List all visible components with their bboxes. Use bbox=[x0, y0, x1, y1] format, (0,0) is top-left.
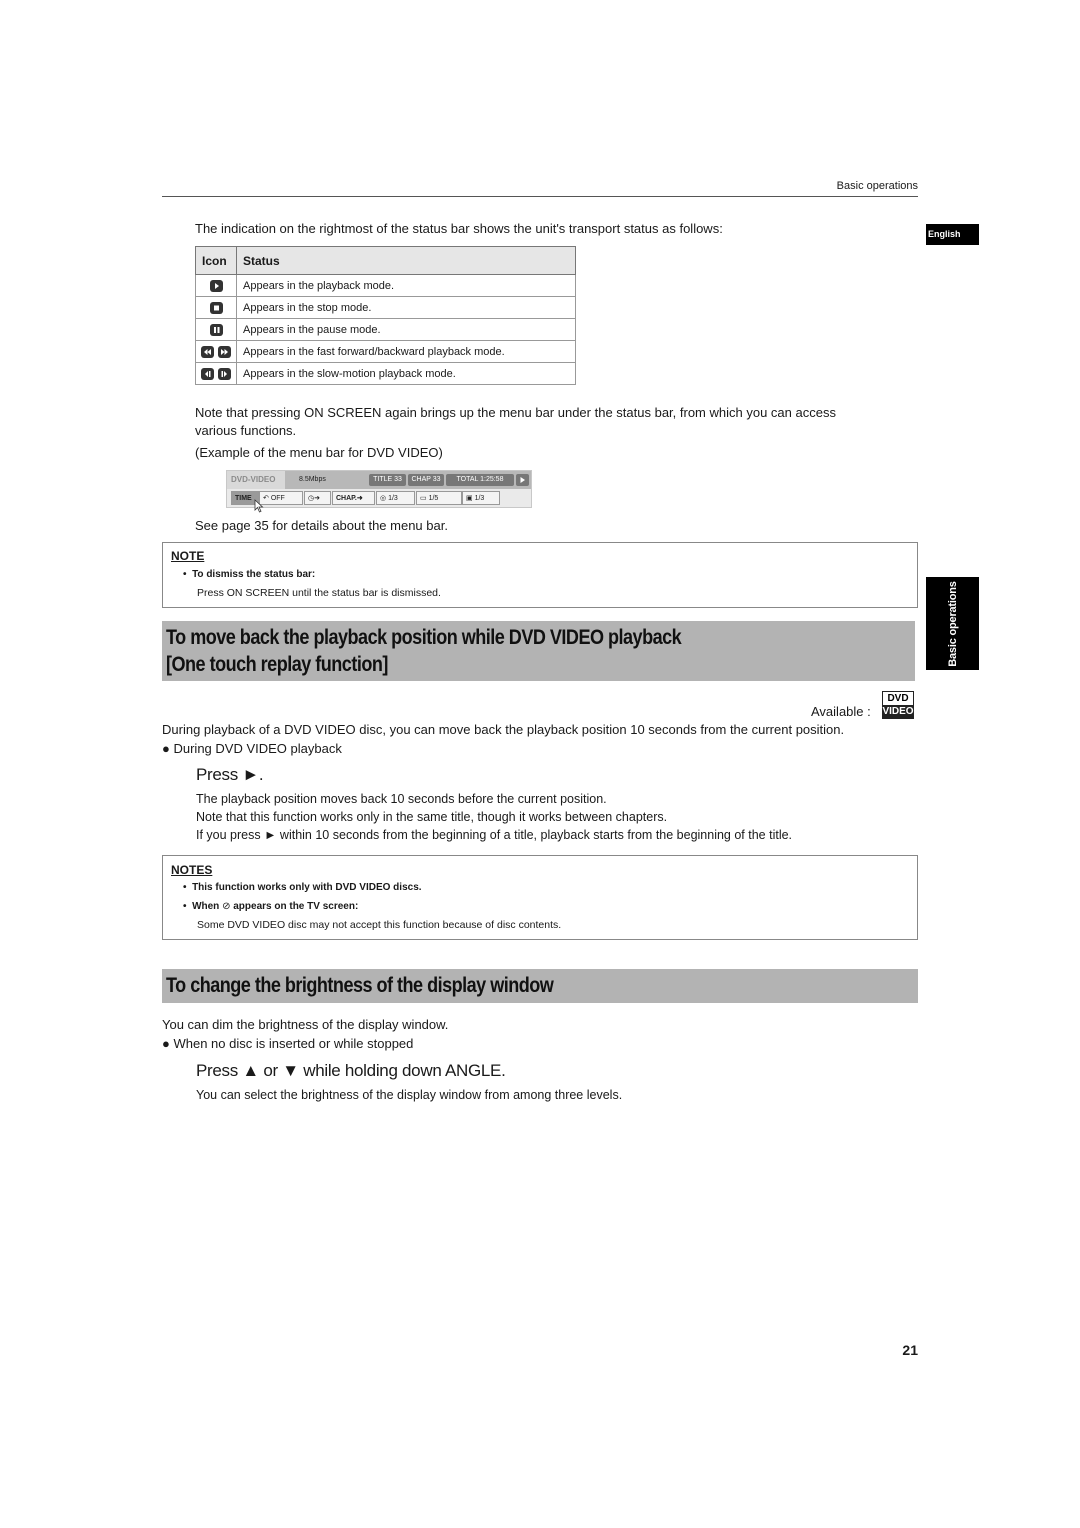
instruction-line: If you press ► within 10 seconds from th… bbox=[196, 828, 793, 842]
table-row: Appears in the stop mode. bbox=[195, 296, 576, 319]
status-cell: Appears in the playback mode. bbox=[236, 274, 576, 297]
status-cell: Appears in the pause mode. bbox=[236, 318, 576, 341]
menu-time-search-button[interactable]: ◷➜ bbox=[304, 491, 331, 505]
slow-backward-icon bbox=[201, 367, 214, 380]
status-bar: DVD-VIDEO 8.5Mbps TITLE 33 CHAP 33 TOTAL… bbox=[227, 471, 531, 489]
notes-bullet: • When ⊘ appears on the TV screen: bbox=[183, 901, 359, 912]
press-instruction: Press ►. bbox=[196, 765, 264, 784]
section-heading-one-touch-replay: To move back the playback position while… bbox=[162, 621, 915, 681]
camera-icon: ▣ bbox=[466, 495, 473, 502]
see-page-note: See page 35 for details about the menu b… bbox=[195, 518, 448, 533]
audio-icon: ◎ bbox=[380, 495, 387, 502]
instruction-line: You can select the brightness of the dis… bbox=[196, 1088, 623, 1102]
notes-bullet-text: This function works only with DVD VIDEO … bbox=[192, 882, 422, 893]
prohibited-icon: ⊘ bbox=[222, 901, 231, 912]
transport-play-icon bbox=[516, 474, 529, 486]
section-tab: Basic operations bbox=[926, 577, 979, 670]
section-tab-label: Basic operations bbox=[946, 580, 959, 667]
dvd-logo-top: DVD bbox=[883, 692, 913, 705]
notes-bullet-text: appears on the TV screen: bbox=[233, 901, 359, 912]
chapter-label: CHAP. bbox=[336, 495, 357, 502]
header-rule bbox=[162, 196, 918, 197]
table-row: Appears in the fast forward/backward pla… bbox=[195, 340, 576, 363]
note-title: NOTE bbox=[171, 549, 205, 563]
column-header-icon: Icon bbox=[195, 246, 237, 275]
bullet-icon: ● bbox=[162, 1036, 170, 1051]
condition-text: During DVD VIDEO playback bbox=[173, 741, 342, 756]
menu-chapter-search-button[interactable]: CHAP.➜ bbox=[332, 491, 375, 505]
notes-bullet: • This function works only with DVD VIDE… bbox=[183, 882, 422, 893]
subtitle-value: 1/5 bbox=[428, 495, 439, 502]
section2-body: You can dim the brightness of the displa… bbox=[162, 1017, 449, 1032]
menu-subtitle-button[interactable]: ▭ 1/5 bbox=[416, 491, 462, 505]
bullet-icon: ● bbox=[162, 741, 170, 756]
table-row: Appears in the playback mode. bbox=[195, 274, 576, 297]
chapter-indicator: CHAP 33 bbox=[408, 474, 444, 486]
menu-repeat-button[interactable]: ↶ OFF bbox=[259, 491, 303, 505]
total-time-indicator: TOTAL 1:25:58 bbox=[446, 474, 514, 486]
running-head: Basic operations bbox=[836, 180, 918, 192]
section-heading-line2: [One touch replay function] bbox=[166, 653, 388, 676]
column-header-status: Status bbox=[236, 246, 576, 275]
page-number: 21 bbox=[902, 1342, 918, 1358]
menu-bar-illustration: DVD-VIDEO 8.5Mbps TITLE 33 CHAP 33 TOTAL… bbox=[226, 470, 532, 513]
stop-icon bbox=[209, 301, 223, 314]
intro-text: The indication on the rightmost of the s… bbox=[195, 221, 723, 236]
section-heading-brightness: To change the brightness of the display … bbox=[162, 969, 918, 1003]
section-heading-line1: To move back the playback position while… bbox=[166, 626, 682, 649]
cursor-icon bbox=[254, 499, 264, 513]
table-row: Appears in the pause mode. bbox=[195, 318, 576, 341]
bitrate-label: 8.5Mbps bbox=[299, 476, 326, 483]
section2-condition: ● When no disc is inserted or while stop… bbox=[162, 1035, 413, 1053]
dvd-logo-bottom: VIDEO bbox=[882, 706, 914, 717]
notes-bullet-text: When bbox=[192, 901, 220, 912]
slow-forward-icon bbox=[218, 367, 231, 380]
status-cell: Appears in the fast forward/backward pla… bbox=[236, 340, 576, 363]
title-indicator: TITLE 33 bbox=[369, 474, 406, 486]
menu-angle-button[interactable]: ▣ 1/3 bbox=[462, 491, 500, 505]
status-table: Icon Status Appears in the playback mode… bbox=[195, 246, 576, 385]
note-bullet: • To dismiss the status bar: bbox=[183, 569, 316, 580]
disc-type-label: DVD-VIDEO bbox=[227, 471, 285, 489]
note-bullet-text: To dismiss the status bar: bbox=[192, 569, 316, 580]
note-box: NOTE • To dismiss the status bar: Press … bbox=[162, 542, 918, 608]
note-text: Press ON SCREEN until the status bar is … bbox=[197, 587, 441, 599]
fast-forward-icon bbox=[218, 345, 231, 358]
dvd-video-logo: DVD VIDEO bbox=[882, 691, 914, 719]
menu-audio-button[interactable]: ◎ 1/3 bbox=[376, 491, 415, 505]
condition-text: When no disc is inserted or while stoppe… bbox=[173, 1036, 414, 1051]
angle-value: 1/3 bbox=[474, 495, 485, 502]
menu-note-line1: Note that pressing ON SCREEN again bring… bbox=[195, 405, 836, 420]
status-cell: Appears in the stop mode. bbox=[236, 296, 576, 319]
subtitle-icon: ▭ bbox=[420, 495, 427, 502]
fast-backward-icon bbox=[201, 345, 214, 358]
play-icon bbox=[209, 279, 223, 292]
available-label: Available : bbox=[811, 704, 871, 719]
section1-condition: ● During DVD VIDEO playback bbox=[162, 740, 342, 758]
arrow-icon: ➜ bbox=[356, 495, 363, 502]
table-row: Appears in the slow-motion playback mode… bbox=[195, 362, 576, 385]
section-heading-text: To change the brightness of the display … bbox=[166, 974, 554, 997]
repeat-value: OFF bbox=[270, 495, 285, 502]
status-cell: Appears in the slow-motion playback mode… bbox=[236, 362, 576, 385]
instruction-line: The playback position moves back 10 seco… bbox=[196, 792, 607, 806]
audio-value: 1/3 bbox=[388, 495, 398, 502]
press-instruction: Press ▲ or ▼ while holding down ANGLE. bbox=[196, 1061, 506, 1080]
notes-title: NOTES bbox=[171, 863, 213, 877]
menu-note-line2: various functions. bbox=[195, 423, 297, 438]
instruction-line: Note that this function works only in th… bbox=[196, 810, 668, 824]
section1-body: During playback of a DVD VIDEO disc, you… bbox=[162, 722, 845, 737]
notes-text: Some DVD VIDEO disc may not accept this … bbox=[197, 919, 562, 931]
menu-example-caption: (Example of the menu bar for DVD VIDEO) bbox=[195, 445, 443, 460]
pause-icon bbox=[209, 323, 223, 336]
clock-arrow-icon: ◷➜ bbox=[308, 495, 320, 502]
table-header-row: Icon Status bbox=[195, 246, 576, 275]
notes-box: NOTES • This function works only with DV… bbox=[162, 855, 918, 940]
language-tab: English bbox=[926, 224, 979, 245]
